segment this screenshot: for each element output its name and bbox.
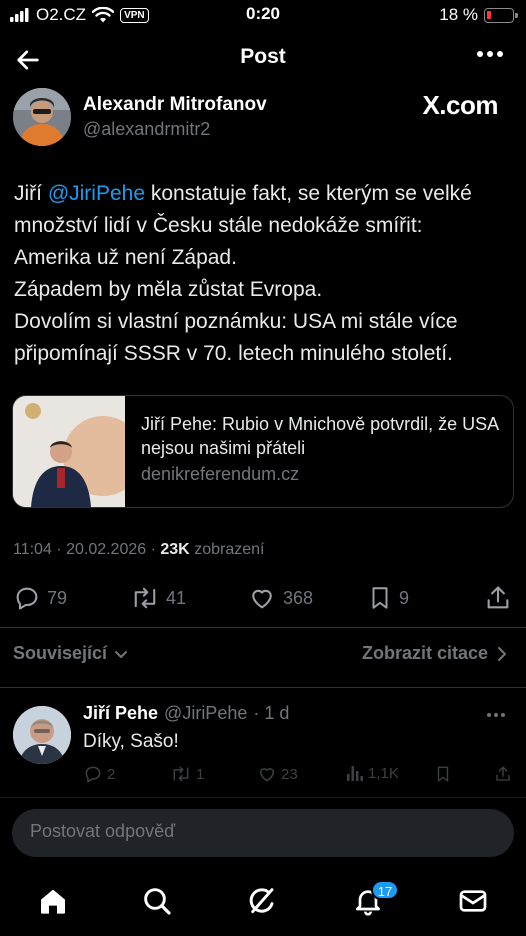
mention-link[interactable]: @JiriPehe [48,182,145,205]
reply-icon [16,587,38,610]
more-icon [477,51,503,57]
divider [0,797,526,798]
xcom-watermark: X.com [422,90,498,120]
reply-author-handle[interactable]: @JiriPehe [164,703,247,724]
reply-share-button[interactable] [494,764,512,784]
battery-percent: 18 % [439,5,478,24]
related-label: Související [13,643,108,663]
more-icon [487,713,505,717]
reply-more-button[interactable] [486,712,506,718]
bookmark-icon [437,766,449,783]
search-icon [144,888,171,915]
reply-avatar[interactable] [13,706,71,764]
link-card[interactable]: Jiří Pehe: Rubio v Mnichově potvrdil, že… [12,395,514,508]
bar-chart-icon [347,766,363,781]
post-line-5: Dovolím si vlastní poznámku: USA mi stál… [14,310,458,333]
tab-home[interactable] [37,885,69,917]
notifications-badge: 17 [371,880,399,900]
bookmark-button[interactable]: 9 [367,584,409,612]
avatar-image [13,88,71,146]
share-button[interactable] [484,584,512,612]
repost-icon [173,766,189,782]
post-line-3: Amerika už není Západ. [14,246,237,269]
heart-icon [259,768,275,782]
post-line-6: připomínají SSSR v 70. letech minulého s… [14,342,453,365]
reply-button[interactable]: 79 [13,584,67,612]
card-domain: denikreferendum.cz [141,464,300,484]
home-icon [41,889,65,914]
reply-age: · 1 d [253,703,290,723]
repost-count: 41 [166,587,187,608]
timestamp: 11:04 · 20.02.2026 · [13,541,161,558]
heart-icon [252,589,272,609]
reply-bookmark-button[interactable] [434,764,452,784]
card-thumbnail [13,396,125,507]
avatar-image [13,706,71,764]
reply-input[interactable]: Postovat odpověď [12,809,514,857]
repost-icon [134,587,156,609]
views-label: zobrazení [194,541,265,558]
reply-views-button[interactable]: 1,1K [346,764,399,782]
bottom-tab-bar [0,876,526,932]
reply-views-count: 1,1K [368,764,399,782]
battery-icon [484,7,518,23]
post-actions: 79 41 368 9 [0,584,526,614]
reply-actions: 2 1 23 1,1K [0,764,526,786]
bookmark-count: 9 [399,587,410,608]
reply-like-count: 23 [281,765,298,783]
share-icon [496,766,510,781]
quotes-label: Zobrazit citace [361,643,488,663]
divider [0,627,526,628]
tab-grok[interactable] [246,885,278,917]
like-count: 368 [283,587,314,608]
author-handle[interactable]: @alexandrmitr2 [83,119,210,140]
tab-messages[interactable] [457,885,489,917]
reply-input-placeholder: Postovat odpověď [30,821,176,841]
share-icon [487,586,509,609]
author-name[interactable]: Alexandr Mitrofanov [83,94,267,116]
post-line-1: Jiří @JiriPehe konstatuje fakt, se který… [14,182,472,205]
reply-count: 79 [47,587,68,608]
reply-icon [85,766,101,783]
related-dropdown[interactable]: Související [13,643,129,664]
card-title: Jiří Pehe: Rubio v Mnichově potvrdil, že… [141,414,499,458]
view-quotes-button[interactable]: Zobrazit citace [362,643,508,664]
reply-reply-button[interactable]: 2 [83,764,115,784]
more-options-button[interactable] [476,50,504,58]
bookmark-icon [372,587,388,609]
status-bar: O2.CZ VPN 0:20 18 % [0,0,526,30]
author-avatar[interactable] [13,88,71,146]
reply-repost-button[interactable]: 1 [170,764,204,784]
grok-icon [249,888,274,914]
post-text: Jiří @JiriPehe konstatuje fakt, se který… [14,178,514,370]
post-meta: 11:04 · 20.02.2026 · 23K zobrazení [13,541,264,559]
views-count: 23K [160,541,190,558]
post-line-4: Západem by měla zůstat Evropa. [14,278,323,301]
like-button[interactable]: 368 [247,584,313,612]
post-line-2: množství lidí v Česku stále nedokáže smí… [14,214,423,237]
chevron-right-icon [498,646,506,661]
divider [0,687,526,688]
reply-reply-count: 2 [107,765,116,783]
reply-author-name[interactable]: Jiří Pehe [83,703,158,724]
chevron-down-icon [115,650,128,658]
reply-repost-count: 1 [196,765,205,783]
tab-search[interactable] [141,885,173,917]
reply-header: Jiří Pehe @JiriPehe · 1 d [83,703,289,724]
reply-text: Díky, Sašo! [83,731,179,752]
repost-button[interactable]: 41 [130,584,186,612]
status-right: 18 % [439,5,518,25]
reply-like-button[interactable]: 23 [257,764,298,784]
page-title: Post [240,45,286,68]
mail-icon [459,890,487,912]
